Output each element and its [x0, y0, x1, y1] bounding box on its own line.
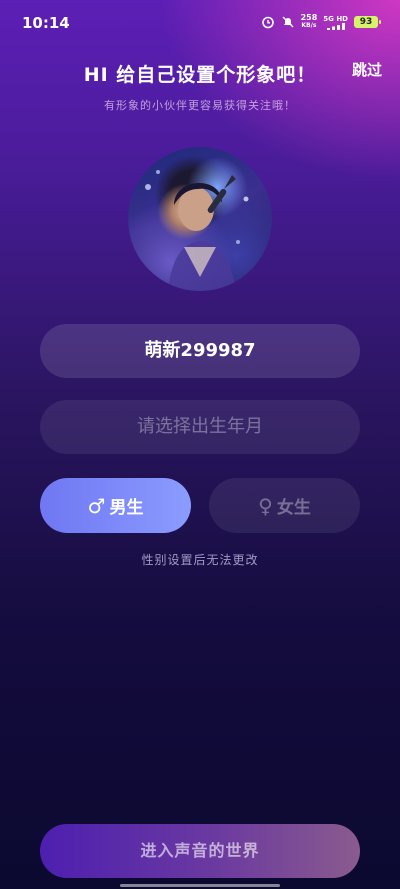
page-title: HI 给自己设置个形象吧！	[83, 64, 317, 86]
status-bar: 10:14 258 KB/s 5G HD 93	[0, 0, 400, 44]
birthdate-picker[interactable]: 请选择出生年月	[40, 400, 360, 454]
male-symbol-icon: ♂	[87, 493, 106, 518]
male-gender-button[interactable]: ♂ 男生	[40, 478, 191, 533]
gender-note: 性别设置后无法更改	[141, 553, 259, 567]
nickname-field[interactable]: 萌新299987	[40, 324, 360, 378]
avatar-illustration	[145, 170, 249, 291]
net-speed-unit: KB/s	[301, 22, 317, 29]
mute-notification-icon	[282, 16, 294, 28]
avatar[interactable]	[128, 147, 272, 291]
signal-indicator: 5G HD	[323, 15, 348, 30]
net-speed: 258 KB/s	[301, 14, 318, 30]
alarm-icon	[261, 16, 274, 29]
status-time: 10:14	[22, 14, 70, 32]
battery-icon: 93	[354, 16, 381, 28]
page-subtitle: 有形象的小伙伴更容易获得关注哦！	[104, 99, 296, 112]
female-symbol-icon: ♀	[258, 493, 273, 518]
home-indicator[interactable]	[120, 884, 280, 887]
enter-button[interactable]: 进入声音的世界	[40, 824, 360, 878]
female-gender-label: 女生	[276, 498, 311, 518]
net-speed-value: 258	[300, 13, 318, 22]
skip-button[interactable]: 跳过	[352, 59, 382, 80]
status-icons: 258 KB/s 5G HD 93	[261, 14, 381, 30]
male-gender-label: 男生	[109, 498, 144, 518]
signal-icon	[326, 22, 345, 30]
signal-label: 5G HD	[323, 14, 348, 23]
female-gender-button[interactable]: ♀ 女生	[209, 478, 360, 533]
